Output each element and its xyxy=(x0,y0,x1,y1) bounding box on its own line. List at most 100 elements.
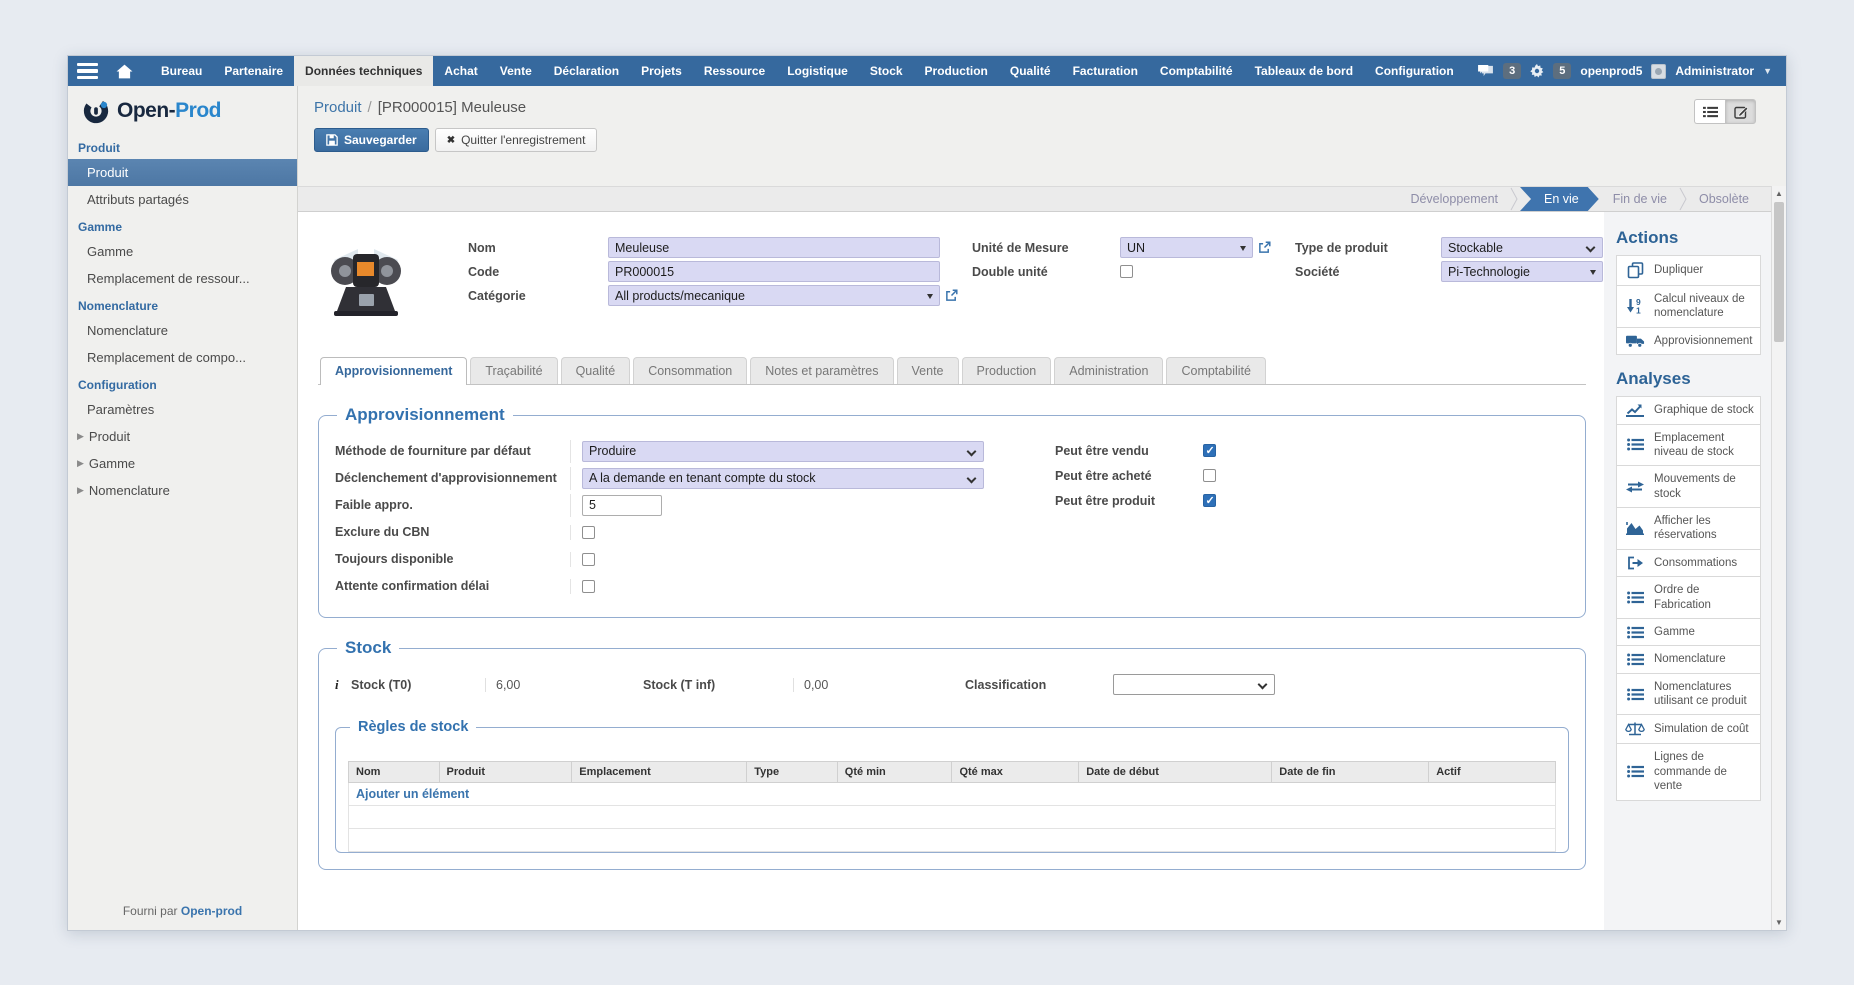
analysis-graphique-de-stock[interactable]: Graphique de stock xyxy=(1616,396,1761,424)
add-item-link[interactable]: Ajouter un élément xyxy=(356,787,469,801)
openprod-link[interactable]: Open-prod xyxy=(181,904,242,918)
analysis-ordre-de-fabrication[interactable]: Ordre de Fabrication xyxy=(1616,576,1761,619)
analysis-lignes-commande-vente[interactable]: Lignes de commande de vente xyxy=(1616,743,1761,800)
col-date-fin[interactable]: Date de fin xyxy=(1272,762,1429,783)
categorie-external-link-icon[interactable] xyxy=(945,289,958,302)
scrollbar-thumb[interactable] xyxy=(1774,202,1784,342)
double-unite-checkbox[interactable] xyxy=(1120,265,1133,278)
analysis-mouvements-de-stock[interactable]: Mouvements de stock xyxy=(1616,465,1761,508)
categorie-select[interactable]: All products/mecanique xyxy=(608,285,940,306)
messages-count-badge[interactable]: 3 xyxy=(1503,63,1521,79)
analysis-simulation-de-cout[interactable]: Simulation de coût xyxy=(1616,714,1761,744)
settings-gear-icon[interactable] xyxy=(1530,64,1544,78)
nav-item-production[interactable]: Production xyxy=(914,56,999,86)
nav-item-partenaire[interactable]: Partenaire xyxy=(213,56,294,86)
product-image[interactable] xyxy=(330,236,402,329)
nav-item-bureau[interactable]: Bureau xyxy=(150,56,213,86)
action-calcul-niveaux[interactable]: 91 Calcul niveaux de nomenclature xyxy=(1616,285,1761,328)
tab-tracabilite[interactable]: Traçabilité xyxy=(470,357,557,384)
action-dupliquer[interactable]: Dupliquer xyxy=(1616,255,1761,286)
attente-confirmation-checkbox[interactable] xyxy=(582,580,595,593)
nav-item-donnees-techniques[interactable]: Données techniques xyxy=(294,56,433,86)
tab-production[interactable]: Production xyxy=(962,357,1052,384)
nom-input[interactable]: Meuleuse xyxy=(608,237,940,258)
nav-item-comptabilite[interactable]: Comptabilité xyxy=(1149,56,1244,86)
methode-fourniture-select[interactable]: Produire xyxy=(582,441,984,462)
tab-notes-parametres[interactable]: Notes et paramètres xyxy=(750,357,893,384)
nav-item-facturation[interactable]: Facturation xyxy=(1062,56,1149,86)
sidebar-item-produit[interactable]: ▶Produit xyxy=(68,159,297,186)
sidebar-item-config-produit[interactable]: ▶Produit xyxy=(68,423,297,450)
form-view-button[interactable] xyxy=(1725,99,1756,124)
tab-administration[interactable]: Administration xyxy=(1054,357,1163,384)
list-view-button[interactable] xyxy=(1694,99,1725,124)
sidebar-item-remplacement-ressource[interactable]: ▶Remplacement de ressour... xyxy=(68,265,297,292)
tab-vente[interactable]: Vente xyxy=(897,357,959,384)
sidebar-item-config-gamme[interactable]: ▶Gamme xyxy=(68,450,297,477)
tab-consommation[interactable]: Consommation xyxy=(633,357,747,384)
nav-item-achat[interactable]: Achat xyxy=(433,56,488,86)
messages-icon[interactable] xyxy=(1477,65,1494,78)
nav-item-projets[interactable]: Projets xyxy=(630,56,693,86)
analysis-afficher-reservations[interactable]: Afficher les réservations xyxy=(1616,507,1761,550)
app-logo[interactable]: Open-Prod xyxy=(68,86,297,134)
col-emplacement[interactable]: Emplacement xyxy=(572,762,747,783)
sidebar-item-config-nomenclature[interactable]: ▶Nomenclature xyxy=(68,477,297,504)
user-menu-caret-icon[interactable]: ▼ xyxy=(1763,66,1772,76)
sidebar-item-attributs-partages[interactable]: ▶Attributs partagés xyxy=(68,186,297,213)
status-step-en-vie[interactable]: En vie xyxy=(1520,187,1599,211)
faible-appro-input[interactable]: 5 xyxy=(582,495,662,516)
action-approvisionnement[interactable]: Approvisionnement xyxy=(1616,327,1761,355)
nav-item-stock[interactable]: Stock xyxy=(859,56,914,86)
col-nom[interactable]: Nom xyxy=(349,762,440,783)
uom-external-link-icon[interactable] xyxy=(1258,241,1271,254)
toujours-disponible-checkbox[interactable] xyxy=(582,553,595,566)
col-actif[interactable]: Actif xyxy=(1429,762,1556,783)
status-step-developpement[interactable]: Développement xyxy=(1398,192,1510,206)
col-qte-min[interactable]: Qté min xyxy=(837,762,952,783)
sidebar-item-parametres[interactable]: ▶Paramètres xyxy=(68,396,297,423)
uom-select[interactable]: UN xyxy=(1120,237,1253,258)
status-step-obsolete[interactable]: Obsolète xyxy=(1687,192,1761,206)
info-icon[interactable]: i xyxy=(335,677,351,693)
col-qte-max[interactable]: Qté max xyxy=(952,762,1079,783)
discard-button[interactable]: ✖ Quitter l'enregistrement xyxy=(435,128,598,152)
status-step-fin-de-vie[interactable]: Fin de vie xyxy=(1601,192,1679,206)
col-date-debut[interactable]: Date de début xyxy=(1079,762,1272,783)
peut-etre-vendu-checkbox[interactable] xyxy=(1203,444,1216,457)
nav-item-tableaux-de-bord[interactable]: Tableaux de bord xyxy=(1244,56,1364,86)
sidebar-item-remplacement-composant[interactable]: ▶Remplacement de compo... xyxy=(68,344,297,371)
peut-etre-produit-checkbox[interactable] xyxy=(1203,494,1216,507)
user-avatar[interactable] xyxy=(1651,64,1666,79)
tab-comptabilite[interactable]: Comptabilité xyxy=(1166,357,1265,384)
settings-count-badge[interactable]: 5 xyxy=(1553,63,1571,79)
nav-item-ressource[interactable]: Ressource xyxy=(693,56,776,86)
sidebar-item-gamme[interactable]: ▶Gamme xyxy=(68,238,297,265)
analysis-emplacement-niveau[interactable]: Emplacement niveau de stock xyxy=(1616,424,1761,467)
declenchement-appro-select[interactable]: A la demande en tenant compte du stock xyxy=(582,468,984,489)
sidebar-item-nomenclature[interactable]: ▶Nomenclature xyxy=(68,317,297,344)
nav-item-vente[interactable]: Vente xyxy=(489,56,543,86)
type-produit-select[interactable]: Stockable xyxy=(1441,237,1603,258)
analysis-gamme[interactable]: Gamme xyxy=(1616,618,1761,646)
code-input[interactable]: PR000015 xyxy=(608,261,940,282)
scroll-up-arrow-icon[interactable]: ▲ xyxy=(1772,186,1786,201)
nav-item-logistique[interactable]: Logistique xyxy=(776,56,859,86)
col-produit[interactable]: Produit xyxy=(439,762,572,783)
save-button[interactable]: Sauvegarder xyxy=(314,128,429,152)
user-menu[interactable]: Administrator xyxy=(1675,64,1754,78)
scroll-down-arrow-icon[interactable]: ▼ xyxy=(1772,915,1786,930)
tab-qualite[interactable]: Qualité xyxy=(561,357,631,384)
analysis-nomenclature[interactable]: Nomenclature xyxy=(1616,645,1761,673)
nav-item-configuration[interactable]: Configuration xyxy=(1364,56,1465,86)
nav-item-declaration[interactable]: Déclaration xyxy=(543,56,630,86)
exclure-cbn-checkbox[interactable] xyxy=(582,526,595,539)
analysis-nomenclatures-utilisant[interactable]: Nomenclatures utilisant ce produit xyxy=(1616,673,1761,716)
home-icon[interactable] xyxy=(107,56,142,86)
breadcrumb-parent-link[interactable]: Produit xyxy=(314,99,362,116)
tab-approvisionnement[interactable]: Approvisionnement xyxy=(320,357,467,385)
vertical-scrollbar[interactable]: ▲ ▼ xyxy=(1771,186,1786,930)
classification-select[interactable] xyxy=(1113,674,1275,695)
hamburger-menu-icon[interactable] xyxy=(68,56,107,86)
col-type[interactable]: Type xyxy=(747,762,838,783)
